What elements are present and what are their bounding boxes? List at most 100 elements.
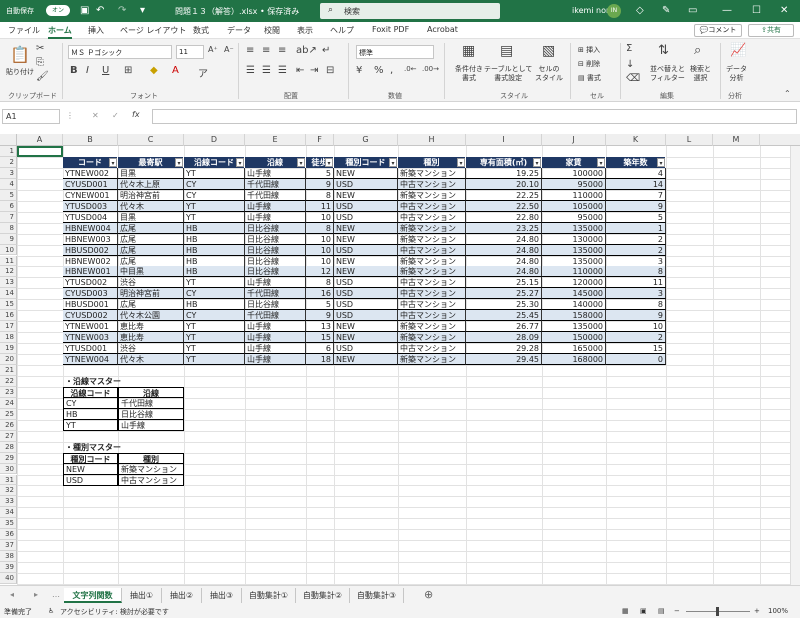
filter-dropdown-icon[interactable]: ▾: [389, 157, 397, 167]
row-header[interactable]: 32: [0, 485, 17, 497]
share-button[interactable]: ⇪共有: [748, 24, 794, 37]
sheet-tab[interactable]: 抽出①: [122, 588, 162, 603]
align-left-icon[interactable]: ☰: [246, 65, 255, 76]
row-header[interactable]: 1: [0, 146, 17, 157]
row-header[interactable]: 13: [0, 277, 17, 289]
row-header[interactable]: 21: [0, 365, 17, 376]
customize-qat-icon[interactable]: ▾: [140, 5, 145, 16]
tab-acrobat[interactable]: Acrobat: [427, 25, 458, 34]
data-analysis-label[interactable]: データ 分析: [726, 65, 747, 83]
active-cell[interactable]: [17, 146, 63, 157]
name-box[interactable]: A1: [2, 109, 60, 124]
row-header[interactable]: 33: [0, 496, 17, 508]
underline-icon[interactable]: U: [102, 65, 109, 76]
decrease-decimal-icon[interactable]: .00→: [422, 65, 439, 73]
phonetic-icon[interactable]: ア: [198, 65, 208, 80]
row-header[interactable]: 20: [0, 354, 17, 365]
column-header[interactable]: J: [542, 134, 606, 146]
bold-icon[interactable]: B: [70, 65, 78, 76]
sheet-tab[interactable]: 自動集計①: [242, 588, 296, 603]
comma-icon[interactable]: ,: [390, 65, 393, 76]
column-header[interactable]: A: [17, 134, 63, 146]
column-header[interactable]: E: [245, 134, 306, 146]
row-header[interactable]: 28: [0, 441, 17, 453]
column-header[interactable]: M: [713, 134, 760, 146]
minimize-icon[interactable]: —: [722, 5, 732, 16]
find-select-icon[interactable]: ⌕: [694, 43, 701, 58]
paste-icon[interactable]: 📋: [10, 45, 30, 64]
border-icon[interactable]: ⊞: [124, 65, 132, 76]
format-table-label[interactable]: テーブルとして 書式設定: [484, 65, 532, 83]
row-header[interactable]: 15: [0, 299, 17, 311]
undo-icon[interactable]: ↶: [96, 5, 104, 16]
collapse-ribbon-icon[interactable]: ⌃: [784, 89, 791, 98]
cut-icon[interactable]: ✂: [36, 43, 44, 54]
indent-decrease-icon[interactable]: ⇤: [296, 65, 304, 76]
indent-increase-icon[interactable]: ⇥: [310, 65, 318, 76]
tab-foxit[interactable]: Foxit PDF: [372, 25, 409, 34]
cancel-icon[interactable]: ✕: [92, 111, 99, 120]
vertical-scrollbar[interactable]: [790, 146, 800, 585]
format-painter-icon[interactable]: 🖌: [36, 71, 49, 82]
row-header[interactable]: 40: [0, 573, 17, 584]
diamond-icon[interactable]: ◇: [636, 5, 644, 16]
sheet-tab[interactable]: 自動集計③: [350, 588, 404, 603]
column-header[interactable]: G: [334, 134, 398, 146]
clear-icon[interactable]: ⌫: [626, 73, 640, 84]
zoom-in-icon[interactable]: +: [754, 607, 760, 615]
redo-icon[interactable]: ↷: [118, 5, 126, 16]
font-color-icon[interactable]: A: [172, 65, 179, 76]
comment-button[interactable]: 💬コメント: [694, 24, 742, 37]
pen-icon[interactable]: ✎: [662, 5, 670, 16]
sort-filter-icon[interactable]: ⇅: [658, 43, 669, 58]
row-header[interactable]: 22: [0, 375, 17, 387]
align-bottom-icon[interactable]: ≡: [278, 45, 286, 56]
fill-icon[interactable]: ↓: [626, 59, 634, 70]
zoom-out-icon[interactable]: −: [674, 607, 680, 615]
row-header[interactable]: 6: [0, 200, 17, 212]
row-header[interactable]: 34: [0, 507, 17, 519]
ribbon-display-icon[interactable]: ▭: [688, 5, 697, 16]
column-header[interactable]: F: [306, 134, 334, 146]
row-header[interactable]: 19: [0, 343, 17, 355]
select-all-corner[interactable]: [0, 134, 17, 146]
copy-icon[interactable]: ⎘: [36, 57, 44, 68]
row-header[interactable]: 12: [0, 266, 17, 278]
row-header[interactable]: 30: [0, 463, 17, 475]
tab-data[interactable]: データ: [227, 25, 251, 36]
font-size-select[interactable]: 11: [176, 45, 204, 59]
maximize-icon[interactable]: ☐: [752, 5, 761, 16]
number-format-select[interactable]: 標準: [356, 45, 434, 59]
zoom-level[interactable]: 100%: [768, 607, 788, 615]
page-break-icon[interactable]: ▤: [658, 607, 665, 615]
find-select-label[interactable]: 検索と 選択: [690, 65, 711, 83]
column-header[interactable]: K: [606, 134, 666, 146]
decrease-font-icon[interactable]: A⁻: [224, 45, 234, 54]
sheet-tab[interactable]: 抽出③: [202, 588, 242, 603]
tab-insert[interactable]: 挿入: [88, 25, 104, 36]
tab-file[interactable]: ファイル: [8, 25, 40, 36]
row-header[interactable]: 27: [0, 430, 17, 442]
data-analysis-icon[interactable]: 📈: [730, 43, 746, 58]
filter-dropdown-icon[interactable]: ▾: [533, 157, 541, 167]
row-header[interactable]: 26: [0, 419, 17, 431]
tab-page-layout[interactable]: ページ レイアウト: [120, 25, 186, 36]
filter-dropdown-icon[interactable]: ▾: [657, 157, 665, 167]
sheet-tab[interactable]: 自動集計②: [296, 588, 350, 603]
tab-review[interactable]: 校閲: [264, 25, 280, 36]
spreadsheet-grid[interactable]: A B C D E F G H I J K L M 1 2 3 4 5 6 7 8 9 10 11 12 13 14 15 16 17 18…: [0, 134, 800, 585]
row-header[interactable]: 24: [0, 397, 17, 409]
row-header[interactable]: 2: [0, 156, 17, 168]
increase-decimal-icon[interactable]: .0←: [404, 65, 417, 73]
format-table-icon[interactable]: ▤: [500, 43, 513, 59]
column-header[interactable]: C: [118, 134, 184, 146]
percent-icon[interactable]: %: [374, 65, 384, 76]
row-header[interactable]: 9: [0, 233, 17, 245]
column-header[interactable]: I: [466, 134, 542, 146]
sheet-tab[interactable]: 抽出②: [162, 588, 202, 603]
formula-input[interactable]: [152, 109, 797, 124]
filter-dropdown-icon[interactable]: ▾: [175, 157, 183, 167]
filter-dropdown-icon[interactable]: ▾: [325, 157, 333, 167]
row-header[interactable]: 3: [0, 167, 17, 179]
italic-icon[interactable]: I: [86, 65, 89, 76]
